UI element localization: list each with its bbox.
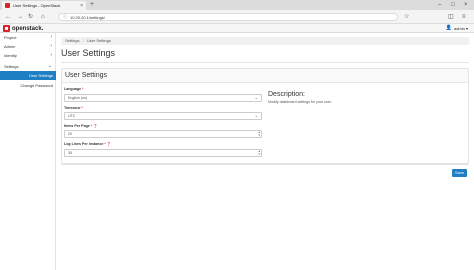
- breadcrumb-separator: /: [82, 38, 84, 43]
- chevron-right-icon: ›: [50, 34, 52, 40]
- user-menu-label: admin ▾: [453, 26, 468, 31]
- language-select[interactable]: English (en) ⌄: [64, 94, 262, 102]
- address-bar[interactable]: ⓘ 10.20.20.1/settings/: [58, 13, 398, 21]
- sidebar-item-label: Change Password: [20, 83, 53, 88]
- browser-tab[interactable]: User Settings - OpenStack ×: [2, 1, 86, 10]
- openstack-logo-icon: [3, 25, 10, 32]
- user-menu[interactable]: 👤 admin ▾: [446, 25, 468, 32]
- log-lines-value: 35: [68, 151, 72, 155]
- chevron-right-icon: ›: [50, 52, 52, 58]
- help-icon[interactable]: ❓: [107, 142, 111, 146]
- sidebar-item-identity[interactable]: Identity ›: [0, 51, 56, 60]
- app-header: openstack. 👤 admin ▾: [0, 24, 474, 33]
- required-marker: *: [81, 106, 83, 110]
- timezone-label-text: Timezone: [64, 106, 81, 110]
- openstack-favicon-icon: [5, 3, 10, 8]
- chevron-right-icon: ›: [50, 43, 52, 49]
- items-per-page-label-text: Items Per Page: [64, 124, 90, 128]
- sidebar-item-project[interactable]: Project ›: [0, 33, 56, 42]
- items-per-page-input[interactable]: 20 ▴ ▾: [64, 130, 262, 138]
- items-per-page-value: 20: [68, 132, 72, 136]
- browser-menu-icon[interactable]: ≡: [462, 13, 466, 21]
- select-caret-icon: ⌄: [254, 113, 258, 118]
- sidebar-item-label: Admin: [4, 44, 16, 49]
- extensions-icon[interactable]: ◫: [448, 13, 454, 21]
- sidebar: Project › Admin › Identity › Settings ⌄ …: [0, 33, 56, 270]
- required-marker: *: [90, 124, 93, 128]
- timezone-select[interactable]: UTC ⌄: [64, 112, 262, 120]
- sidebar-item-user-settings[interactable]: User Settings: [0, 71, 56, 80]
- logo-text: openstack.: [12, 25, 44, 32]
- home-icon[interactable]: ⌂: [41, 13, 45, 21]
- minimize-icon[interactable]: –: [438, 1, 441, 9]
- breadcrumb-current: User Settings: [86, 38, 111, 43]
- language-label: Language*: [64, 87, 83, 91]
- divider: [61, 62, 469, 63]
- required-marker: *: [81, 87, 84, 91]
- items-per-page-label: Items Per Page*❓: [64, 124, 98, 128]
- language-value: English (en): [68, 96, 88, 100]
- bookmark-star-icon[interactable]: ☆: [404, 13, 409, 21]
- info-icon[interactable]: ⓘ: [63, 14, 67, 20]
- back-icon[interactable]: ←: [5, 13, 11, 21]
- language-label-text: Language: [64, 87, 81, 91]
- openstack-logo[interactable]: openstack.: [3, 25, 43, 32]
- page-title: User Settings: [61, 48, 116, 58]
- save-button[interactable]: Save: [452, 169, 467, 177]
- log-lines-input[interactable]: 35 ▴ ▾: [64, 149, 262, 157]
- sidebar-item-admin[interactable]: Admin ›: [0, 42, 56, 51]
- description-text: Modify dashboard settings for your user.: [268, 100, 332, 104]
- sidebar-item-label: Identity: [4, 53, 17, 58]
- browser-tab-title: User Settings - OpenStack: [13, 3, 61, 8]
- required-marker: *: [104, 142, 106, 146]
- select-caret-icon: ⌄: [254, 95, 258, 100]
- breadcrumb-settings-link[interactable]: Settings: [65, 38, 79, 43]
- sidebar-item-settings[interactable]: Settings ⌄: [0, 62, 56, 71]
- maximize-icon[interactable]: □: [451, 1, 455, 9]
- sidebar-item-label: User Settings: [28, 73, 53, 78]
- number-spinner-icon[interactable]: ▴ ▾: [258, 150, 260, 156]
- window-close-icon[interactable]: ×: [464, 1, 468, 9]
- new-tab-icon[interactable]: +: [90, 1, 94, 9]
- timezone-label: Timezone*: [64, 106, 83, 110]
- reload-icon[interactable]: ↻: [28, 13, 33, 21]
- sidebar-item-label: Project: [4, 35, 17, 40]
- forward-icon[interactable]: →: [17, 13, 23, 21]
- description-title: Description:: [268, 91, 305, 98]
- browser-nav-bar: ← → ↻ ⌂ ⓘ 10.20.20.1/settings/ ☆ ◫ ≡: [0, 10, 474, 24]
- log-lines-label-text: Log Lines Per Instance: [64, 142, 104, 146]
- chevron-down-icon: ⌄: [47, 63, 52, 69]
- user-icon: 👤: [445, 25, 452, 31]
- sidebar-item-change-password[interactable]: Change Password: [0, 81, 56, 90]
- panel-title: User Settings: [62, 69, 468, 83]
- browser-tab-bar: User Settings - OpenStack × + – □ ×: [0, 0, 474, 10]
- timezone-value: UTC: [68, 114, 76, 118]
- number-spinner-icon[interactable]: ▴ ▾: [258, 131, 260, 137]
- help-icon[interactable]: ❓: [93, 124, 97, 128]
- log-lines-label: Log Lines Per Instance*❓: [64, 142, 111, 146]
- breadcrumb: Settings / User Settings: [61, 37, 469, 45]
- tab-close-icon[interactable]: ×: [80, 3, 83, 9]
- divider: [61, 164, 469, 165]
- address-url: 10.20.20.1/settings/: [70, 14, 105, 20]
- sidebar-item-label: Settings: [4, 64, 19, 69]
